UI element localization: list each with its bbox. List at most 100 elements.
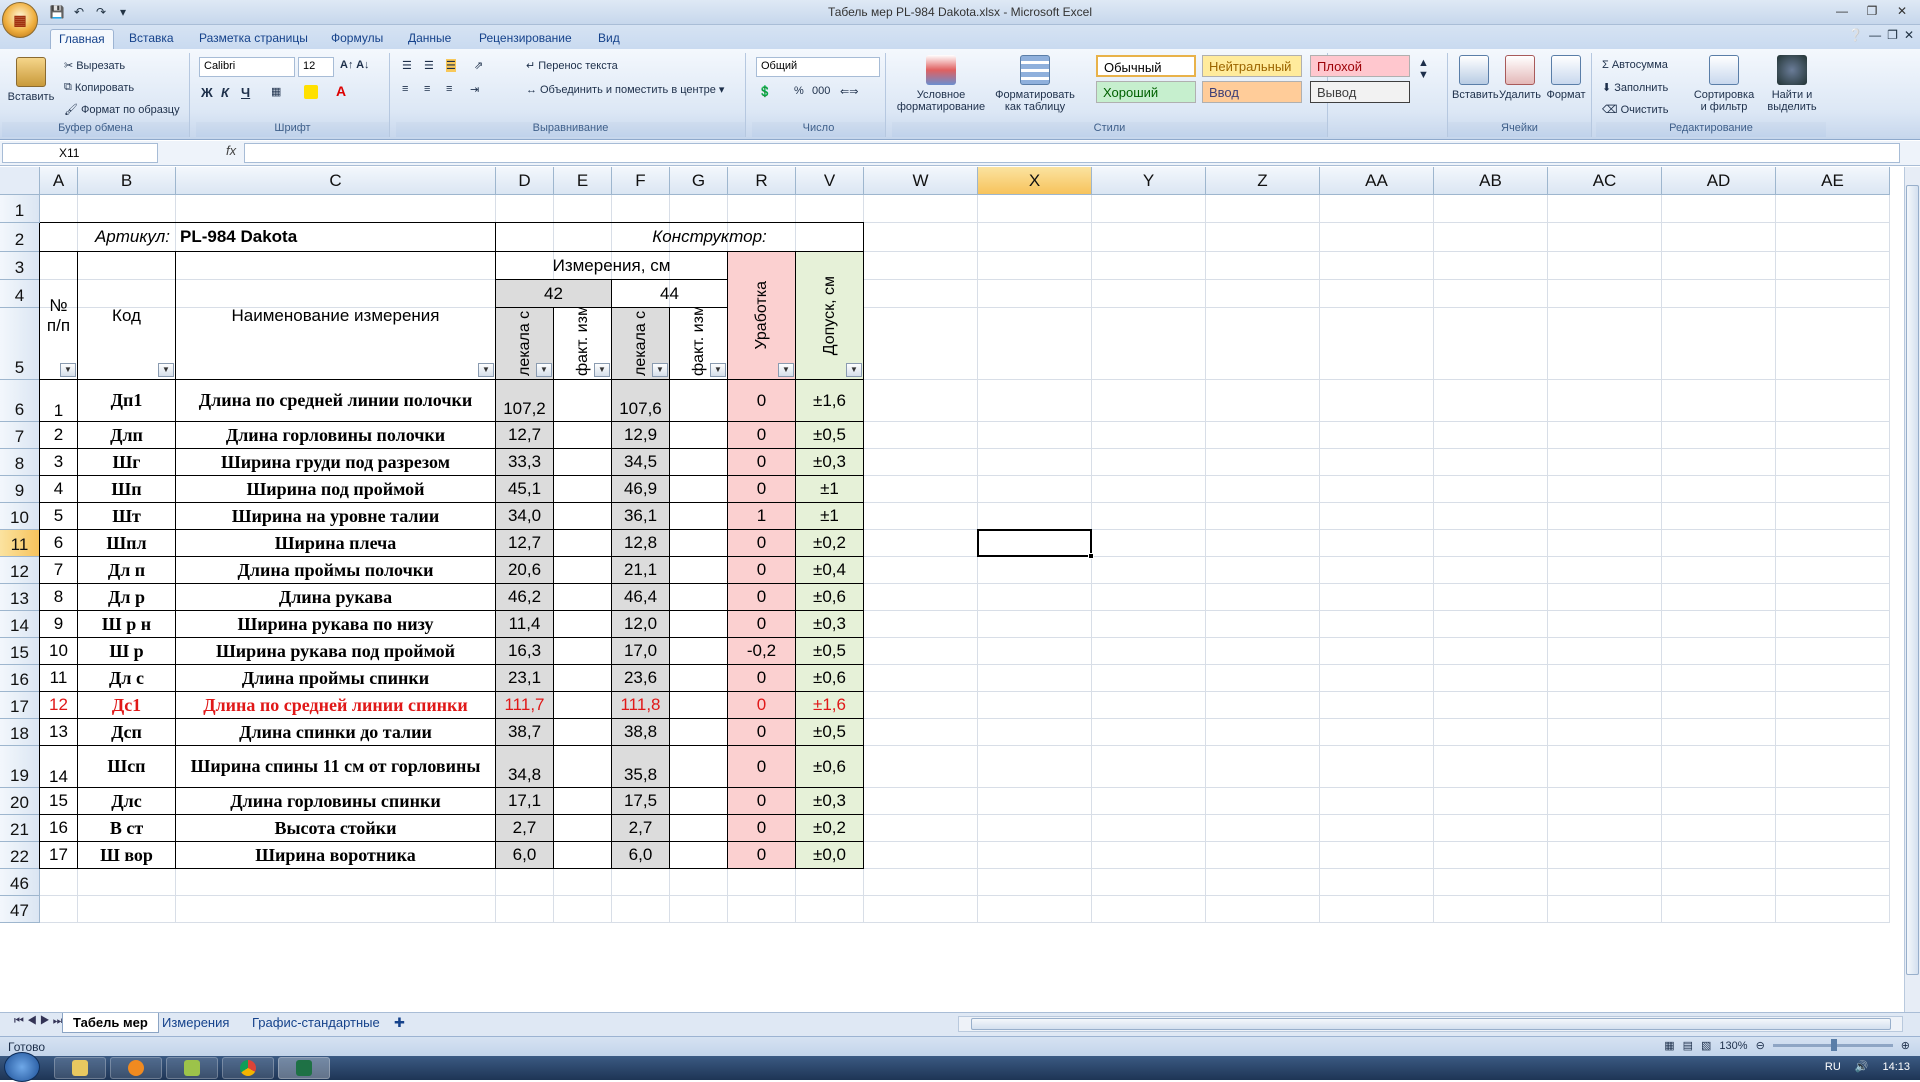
row-header-18[interactable]: 18 [0,719,40,746]
row-header-9[interactable]: 9 [0,476,40,503]
row-header-13[interactable]: 13 [0,584,40,611]
horizontal-scrollbar[interactable] [958,1016,1903,1032]
underline-button[interactable]: Ч [241,85,250,100]
row-header-47[interactable]: 47 [0,896,40,923]
sheet-tab-graphis[interactable]: Графис-стандартные [242,1013,390,1033]
active-cell-cursor[interactable] [977,529,1094,559]
italic-button[interactable]: К [221,85,229,100]
format-cells-button[interactable]: Формат [1544,55,1588,101]
autosum-button[interactable]: Σ Автосумма [1602,59,1668,71]
normal-view-icon[interactable]: ▦ [1664,1039,1674,1052]
column-header-aa[interactable]: AA [1320,167,1434,195]
font-size-combo[interactable]: 12 [298,57,334,77]
find-select-button[interactable]: Найти и выделить [1760,55,1824,113]
tab-review[interactable]: Рецензирование [471,29,580,49]
taskbar-excel[interactable] [278,1057,330,1079]
align-right-button[interactable]: ≡ [446,83,452,95]
percent-button[interactable]: % [794,85,804,97]
format-as-table-button[interactable]: Форматировать как таблицу [992,55,1078,113]
taskbar-app-green[interactable] [166,1057,218,1079]
align-center-button[interactable]: ≡ [424,83,430,95]
sort-filter-button[interactable]: Сортировка и фильтр [1692,55,1756,113]
filter-dropdown-button[interactable]: ▼ [778,363,794,377]
row-header-46[interactable]: 46 [0,869,40,896]
new-sheet-button[interactable]: ✚ [384,1013,415,1033]
filter-dropdown-button[interactable]: ▼ [60,363,76,377]
filter-dropdown-button[interactable]: ▼ [158,363,174,377]
page-layout-view-icon[interactable]: ▤ [1683,1039,1693,1052]
fill-handle[interactable] [1088,553,1094,559]
indent-button[interactable]: ⇥ [470,83,479,96]
row-header-2[interactable]: 2 [0,223,40,252]
column-header-g[interactable]: G [670,167,728,195]
vertical-scroll-thumb[interactable] [1906,185,1919,975]
currency-button[interactable]: 💲 [758,85,772,98]
column-header-r[interactable]: R [728,167,796,195]
close-button[interactable]: ✕ [1888,2,1916,20]
clear-button[interactable]: ⌫ Очистить [1602,103,1668,117]
bold-button[interactable]: Ж [201,85,213,100]
font-name-combo[interactable]: Calibri [199,57,295,77]
formula-input[interactable] [244,143,1900,163]
ribbon-minimize-icon[interactable]: — [1869,28,1881,42]
style-neutral[interactable]: Нейтральный [1202,55,1302,77]
decimal-increase-button[interactable]: ⇐⇒ [840,85,858,98]
column-header-b[interactable]: B [78,167,176,195]
column-header-a[interactable]: A [40,167,78,195]
cut-button[interactable]: ✂ Вырезать [64,59,125,73]
horizontal-scroll-thumb[interactable] [971,1018,1891,1030]
column-header-x[interactable]: X [978,167,1092,195]
row-header-5[interactable]: 5 [0,308,40,380]
row-header-16[interactable]: 16 [0,665,40,692]
orientation-button[interactable]: ⇗ [474,59,483,72]
row-header-17[interactable]: 17 [0,692,40,719]
taskbar-app-orange[interactable] [110,1057,162,1079]
column-header-ac[interactable]: AC [1548,167,1662,195]
restore-button[interactable]: ❐ [1858,2,1886,20]
taskbar-chrome[interactable] [222,1057,274,1079]
style-bad[interactable]: Плохой [1310,55,1410,77]
column-header-y[interactable]: Y [1092,167,1206,195]
column-header-e[interactable]: E [554,167,612,195]
column-header-ab[interactable]: AB [1434,167,1548,195]
volume-icon[interactable]: 🔊 [1855,1060,1869,1073]
fill-color-button[interactable] [304,85,318,99]
zoom-level[interactable]: 130% [1719,1040,1747,1052]
row-header-4[interactable]: 4 [0,280,40,308]
zoom-slider[interactable] [1772,1039,1893,1051]
start-button[interactable] [4,1052,40,1082]
row-header-7[interactable]: 7 [0,422,40,449]
filter-dropdown-button[interactable]: ▼ [478,363,494,377]
align-middle-button[interactable]: ☰ [424,59,434,72]
minimize-button[interactable]: — [1828,2,1856,20]
help-icon[interactable]: ❔ [1848,28,1863,42]
paste-button[interactable]: Вставить [6,57,56,103]
filter-dropdown-button[interactable]: ▼ [652,363,668,377]
page-break-view-icon[interactable]: ▧ [1701,1039,1711,1052]
align-top-button[interactable]: ☰ [402,59,412,72]
column-header-v[interactable]: V [796,167,864,195]
format-painter-button[interactable]: 🖌 Формат по образцу [64,103,180,117]
insert-function-button[interactable]: fx [160,143,240,163]
number-format-combo[interactable]: Общий [756,57,880,77]
tab-page-layout[interactable]: Разметка страницы [191,29,316,49]
row-header-15[interactable]: 15 [0,638,40,665]
row-header-21[interactable]: 21 [0,815,40,842]
thousands-button[interactable]: 000 [812,85,830,97]
conditional-formatting-button[interactable]: Условное форматирование [896,55,986,113]
row-header-19[interactable]: 19 [0,746,40,788]
row-header-1[interactable]: 1 [0,195,40,223]
row-header-14[interactable]: 14 [0,611,40,638]
wrap-text-button[interactable]: ↵ Перенос текста [526,59,618,73]
row-header-22[interactable]: 22 [0,842,40,869]
column-header-f[interactable]: F [612,167,670,195]
delete-cells-button[interactable]: Удалить [1498,55,1542,101]
column-header-z[interactable]: Z [1206,167,1320,195]
column-header-ae[interactable]: AE [1776,167,1890,195]
column-header-d[interactable]: D [496,167,554,195]
align-bottom-button[interactable]: ☰ [446,59,456,72]
taskbar-explorer[interactable] [54,1057,106,1079]
row-header-10[interactable]: 10 [0,503,40,530]
row-header-12[interactable]: 12 [0,557,40,584]
ribbon-restore-icon[interactable]: ❐ [1887,28,1898,42]
